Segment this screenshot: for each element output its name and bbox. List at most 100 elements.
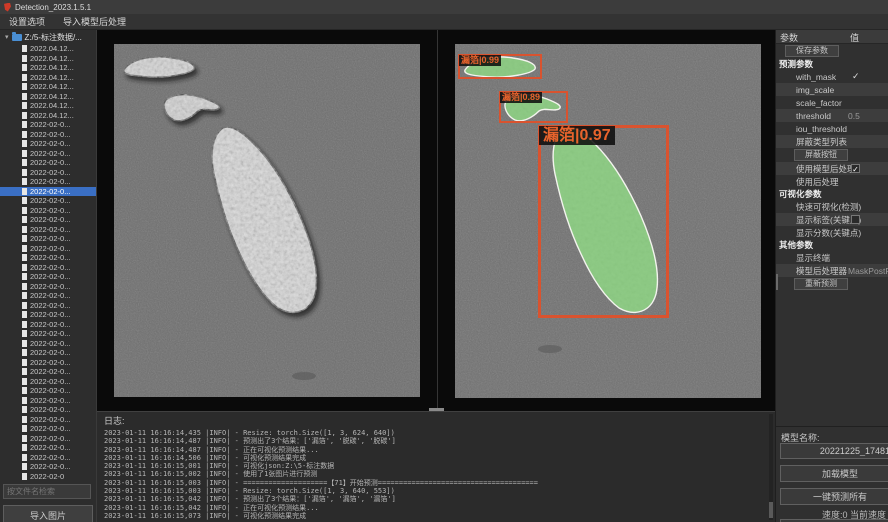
param-row[interactable]: img_scale: [776, 83, 888, 96]
tree-item-label: 2022-02-0...: [30, 120, 70, 129]
tree-item[interactable]: 2022-02-0...: [0, 310, 96, 320]
tree-item[interactable]: 2022-02-0...: [0, 263, 96, 273]
file-icon: [22, 406, 27, 413]
param-value[interactable]: MaskPostPro: [848, 266, 888, 276]
param-row[interactable]: 快速可视化(检测): [776, 200, 888, 213]
param-row[interactable]: scale_factor: [776, 96, 888, 109]
tree-item[interactable]: 2022-02-0...: [0, 443, 96, 453]
search-input[interactable]: [3, 484, 91, 499]
load-model-button[interactable]: 加载模型: [780, 465, 888, 482]
tree-item[interactable]: 2022-02-0...: [0, 396, 96, 406]
tree-item[interactable]: 2022.04.12...: [0, 73, 96, 83]
tree-item[interactable]: 2022-02-0...: [0, 215, 96, 225]
tree-item[interactable]: 2022-02-0...: [0, 291, 96, 301]
tree-item-label: 2022-02-0: [30, 472, 64, 481]
predict-all-button[interactable]: 一键预测所有: [780, 488, 888, 505]
tree-item[interactable]: 2022-02-0...: [0, 434, 96, 444]
param-row[interactable]: iou_threshold: [776, 122, 888, 135]
prediction-image-viewport[interactable]: 漏箔|0.99漏箔|0.89漏箔|0.97: [455, 44, 761, 398]
tree-item[interactable]: 2022-02-0...: [0, 253, 96, 263]
title-bar: Detection_2023.1.5.1: [0, 0, 888, 14]
tree-item-label: 2022-02-0...: [30, 206, 70, 215]
tree-item[interactable]: 2022-02-0...: [0, 187, 96, 197]
log-line: 2023-01-11 16:16:14,487 |INFO| - 预测出了3个结…: [104, 437, 765, 445]
tree-item[interactable]: 2022.04.12...: [0, 101, 96, 111]
tree-item[interactable]: 2022-02-0...: [0, 367, 96, 377]
tree-item[interactable]: 2022.04.12...: [0, 82, 96, 92]
tree-item[interactable]: 2022-02-0...: [0, 301, 96, 311]
param-row[interactable]: 使用模型后处理✓: [776, 162, 888, 175]
tree-item[interactable]: 2022.04.12...: [0, 63, 96, 73]
tree-item[interactable]: 2022-02-0...: [0, 405, 96, 415]
tree-root-label: Z:/5-标注数据/...: [25, 32, 82, 43]
caret-down-icon[interactable]: ▾: [5, 33, 9, 41]
param-row[interactable]: 显示分数(关键点): [776, 226, 888, 239]
tree-item[interactable]: 2022-02-0...: [0, 453, 96, 463]
tree-item[interactable]: 2022-02-0...: [0, 225, 96, 235]
tree-item[interactable]: 2022-02-0...: [0, 158, 96, 168]
tree-item[interactable]: 2022-02-0...: [0, 149, 96, 159]
param-row[interactable]: threshold0.5: [776, 109, 888, 122]
tree-item[interactable]: 2022-02-0...: [0, 282, 96, 292]
file-icon: [22, 150, 27, 157]
tree-item[interactable]: 2022-02-0...: [0, 329, 96, 339]
tree-item[interactable]: 2022-02-0...: [0, 244, 96, 254]
model-name-field[interactable]: [780, 443, 888, 459]
param-row[interactable]: 显示终端: [776, 251, 888, 264]
file-icon: [22, 330, 27, 337]
import-images-button[interactable]: 导入图片: [3, 505, 93, 522]
param-row[interactable]: with_mask✓: [776, 70, 888, 83]
tree-item[interactable]: 2022-02-0...: [0, 234, 96, 244]
menu-import-postprocess[interactable]: 导入模型后处理: [54, 15, 135, 28]
param-value[interactable]: 0.5: [848, 111, 860, 121]
tree-items: 2022.04.12...2022.04.12...2022.04.12...2…: [0, 44, 96, 481]
tree-item[interactable]: 2022-02-0...: [0, 168, 96, 178]
source-image-viewport[interactable]: [114, 44, 420, 397]
checkbox[interactable]: [851, 215, 860, 224]
params-scrollbar-thumb[interactable]: [776, 274, 778, 290]
param-row[interactable]: 屏蔽类型列表: [776, 135, 888, 148]
tree-item-label: 2022-02-0...: [30, 367, 70, 376]
tree-item-label: 2022-02-0...: [30, 291, 70, 300]
tree-item[interactable]: 2022-02-0...: [0, 462, 96, 472]
file-icon: [22, 302, 27, 309]
param-button[interactable]: 屏蔽按钮: [794, 149, 848, 161]
tree-item[interactable]: 2022.04.12...: [0, 54, 96, 64]
tree-item[interactable]: 2022-02-0...: [0, 320, 96, 330]
tree-item[interactable]: 2022-02-0...: [0, 358, 96, 368]
check-icon[interactable]: ✓: [852, 71, 860, 82]
tree-item[interactable]: 2022-02-0...: [0, 424, 96, 434]
tree-item-label: 2022-02-0...: [30, 272, 70, 281]
tree-item[interactable]: 2022.04.12...: [0, 44, 96, 54]
tree-item[interactable]: 2022-02-0...: [0, 377, 96, 387]
log-scrollbar[interactable]: [769, 414, 773, 520]
tree-item[interactable]: 2022-02-0...: [0, 415, 96, 425]
log-scrollbar-thumb[interactable]: [769, 502, 773, 518]
file-icon: [22, 188, 27, 195]
param-label: 使用后处理: [796, 176, 839, 188]
tree-item[interactable]: 2022-02-0...: [0, 272, 96, 282]
tree-item[interactable]: 2022-02-0...: [0, 139, 96, 149]
param-button[interactable]: 重新预测: [794, 278, 848, 290]
tree-item-label: 2022.04.12...: [30, 54, 74, 63]
param-button[interactable]: 保存参数: [785, 45, 839, 57]
tree-item[interactable]: 2022-02-0...: [0, 130, 96, 140]
checkbox[interactable]: ✓: [851, 164, 860, 173]
tree-item[interactable]: 2022.04.12...: [0, 111, 96, 121]
file-icon: [22, 140, 27, 147]
tree-item[interactable]: 2022-02-0...: [0, 196, 96, 206]
param-row[interactable]: 显示标签(关键点): [776, 213, 888, 226]
tree-item[interactable]: 2022-02-0...: [0, 348, 96, 358]
tree-item[interactable]: 2022.04.12...: [0, 92, 96, 102]
tree-item[interactable]: 2022-02-0...: [0, 177, 96, 187]
tree-item[interactable]: 2022-02-0...: [0, 339, 96, 349]
param-row[interactable]: 模型后处理器MaskPostPro: [776, 264, 888, 277]
tree-item[interactable]: 2022-02-0...: [0, 120, 96, 130]
tree-item[interactable]: 2022-02-0...: [0, 206, 96, 216]
tree-root[interactable]: ▾ Z:/5-标注数据/...: [0, 30, 96, 44]
menu-settings[interactable]: 设置选项: [0, 15, 54, 28]
param-row[interactable]: 使用后处理: [776, 175, 888, 188]
tree-item[interactable]: 2022-02-0...: [0, 386, 96, 396]
file-tree[interactable]: ▾ Z:/5-标注数据/... 2022.04.12...2022.04.12.…: [0, 30, 96, 483]
tree-item[interactable]: 2022-02-0: [0, 472, 96, 482]
